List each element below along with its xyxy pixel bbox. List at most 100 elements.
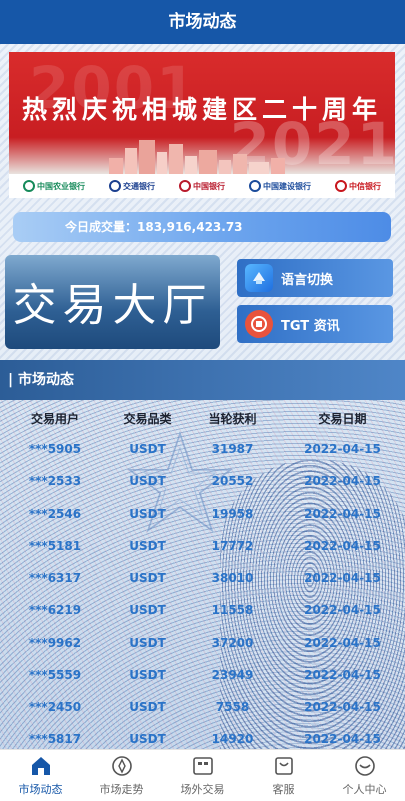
cell-date: 2022-04-15	[304, 442, 381, 456]
bank-logo-boc: 中国银行	[179, 180, 225, 192]
buildings-illustration	[109, 140, 285, 174]
tab-otc-trade-label: 场外交易	[180, 782, 225, 796]
cell-user: ***5905	[28, 442, 82, 456]
table-row: ***2533 USDT 20552 2022-04-15	[0, 474, 405, 488]
cell-date: 2022-04-15	[304, 571, 381, 585]
table-row: ***5817 USDT 14920 2022-04-15	[0, 732, 405, 746]
cell-profit: 14920	[211, 732, 254, 746]
anniversary-banner[interactable]: 2001 2021 热烈庆祝相城建区二十周年 中国农业银行 交通银行 中国银行 …	[9, 52, 395, 198]
cell-date: 2022-04-15	[304, 539, 381, 553]
bank-abc-icon	[23, 180, 35, 192]
tgt-news-icon	[245, 310, 273, 338]
cell-profit: 20552	[211, 474, 254, 488]
cell-date: 2022-04-15	[304, 668, 381, 682]
tab-otc-trade[interactable]: 场外交易	[162, 750, 243, 801]
table-row: ***5559 USDT 23949 2022-04-15	[0, 668, 405, 682]
cell-user: ***5181	[28, 539, 82, 553]
banner-title: 热烈庆祝相城建区二十周年	[21, 95, 382, 124]
cell-profit: 17772	[211, 539, 254, 553]
bottom-tab-bar: 市场动态 市场走势 场外交易 客服 个人中心	[0, 749, 405, 801]
cell-category: USDT	[129, 571, 166, 585]
cell-user: ***9962	[28, 636, 82, 650]
page-title: 市场动态	[0, 0, 405, 44]
tab-market-news-label: 市场动态	[18, 782, 63, 796]
cell-user: ***2546	[28, 507, 82, 521]
page: 市场动态 2001 2021 热烈庆祝相城建区二十周年 中国农业银行 交通银行 …	[0, 0, 405, 801]
exchange-icon	[192, 756, 213, 775]
bank-logo-ccb: 中国建设银行	[249, 180, 311, 192]
table-row: ***2546 USDT 19958 2022-04-15	[0, 507, 405, 521]
bank-citic-icon	[335, 180, 347, 192]
tab-customer-service-label: 客服	[272, 782, 295, 796]
tgt-news-button[interactable]: TGT 资讯	[237, 305, 393, 343]
trading-hall-label: 交易大厅	[12, 280, 213, 331]
tab-market-trend-label: 市场走势	[99, 782, 144, 796]
header-date: 交易日期	[318, 412, 367, 426]
cell-category: USDT	[129, 668, 166, 682]
table-header: 交易用户 交易品类 当轮获利 交易日期	[0, 410, 405, 427]
bank-bocom-icon	[109, 180, 121, 192]
header-category: 交易品类	[123, 412, 172, 426]
bank-logo-citic: 中信银行	[335, 180, 381, 192]
trading-hall-card[interactable]: 交易大厅	[5, 255, 220, 349]
cell-user: ***5559	[28, 668, 82, 682]
table-row: ***6317 USDT 38010 2022-04-15	[0, 571, 405, 585]
home-icon	[31, 756, 50, 775]
header-user: 交易用户	[30, 412, 79, 426]
cell-category: USDT	[129, 732, 166, 746]
bank-citic-label: 中信银行	[349, 181, 381, 191]
table-row: ***6219 USDT 11558 2022-04-15	[0, 603, 405, 617]
cell-category: USDT	[129, 442, 166, 456]
table-row: ***5905 USDT 31987 2022-04-15	[0, 442, 405, 456]
daily-volume-bar: 今日成交量：183,916,423.73	[13, 212, 391, 242]
bank-logos-strip: 中国农业银行 交通银行 中国银行 中国建设银行 中信银行	[9, 174, 395, 198]
tab-customer-service[interactable]: 客服	[243, 750, 324, 801]
header-profit: 当轮获利	[208, 412, 257, 426]
service-icon	[274, 756, 293, 775]
language-switch-label: 语言切换	[281, 272, 334, 288]
cell-date: 2022-04-15	[304, 603, 381, 617]
cell-user: ***5817	[28, 732, 82, 746]
bank-bocom-label: 交通银行	[123, 181, 155, 191]
tgt-news-label: TGT 资讯	[281, 318, 340, 334]
bank-boc-icon	[179, 180, 191, 192]
bank-ccb-icon	[249, 180, 261, 192]
language-switch-button[interactable]: 语言切换	[237, 259, 393, 297]
cell-profit: 38010	[211, 571, 254, 585]
language-icon	[245, 264, 273, 292]
banner-background: 2001 2021 热烈庆祝相城建区二十周年	[9, 52, 395, 178]
cell-profit: 11558	[211, 603, 254, 617]
cell-user: ***6317	[28, 571, 82, 585]
tab-market-news[interactable]: 市场动态	[0, 750, 81, 801]
cell-date: 2022-04-15	[304, 636, 381, 650]
cell-category: USDT	[129, 636, 166, 650]
cell-profit: 37200	[211, 636, 254, 650]
cell-date: 2022-04-15	[304, 507, 381, 521]
tab-profile[interactable]: 个人中心	[324, 750, 405, 801]
trade-table: 交易用户 交易品类 当轮获利 交易日期 ***5905 USDT 31987 2…	[0, 400, 405, 749]
cell-user: ***2533	[28, 474, 82, 488]
bank-ccb-label: 中国建设银行	[263, 181, 311, 191]
table-row: ***9962 USDT 37200 2022-04-15	[0, 636, 405, 650]
bank-boc-label: 中国银行	[193, 181, 225, 191]
cell-profit: 23949	[211, 668, 254, 682]
user-icon	[354, 755, 375, 776]
table-row: ***2450 USDT 7558 2022-04-15	[0, 700, 405, 714]
cell-user: ***6219	[28, 603, 82, 617]
cell-profit: 19958	[211, 507, 254, 521]
cell-category: USDT	[129, 539, 166, 553]
cell-category: USDT	[129, 603, 166, 617]
bank-logo-abc: 中国农业银行	[23, 180, 85, 192]
cell-category: USDT	[129, 507, 166, 521]
table-row: ***5181 USDT 17772 2022-04-15	[0, 539, 405, 553]
tab-market-trend[interactable]: 市场走势	[81, 750, 162, 801]
bank-abc-label: 中国农业银行	[37, 181, 85, 191]
compass-icon	[111, 755, 132, 776]
cell-category: USDT	[129, 700, 166, 714]
cell-profit: 7558	[215, 700, 250, 714]
cell-user: ***2450	[28, 700, 82, 714]
cell-profit: 31987	[211, 442, 254, 456]
cell-category: USDT	[129, 474, 166, 488]
section-title: | 市场动态	[0, 360, 405, 400]
bank-logo-bocom: 交通银行	[109, 180, 155, 192]
